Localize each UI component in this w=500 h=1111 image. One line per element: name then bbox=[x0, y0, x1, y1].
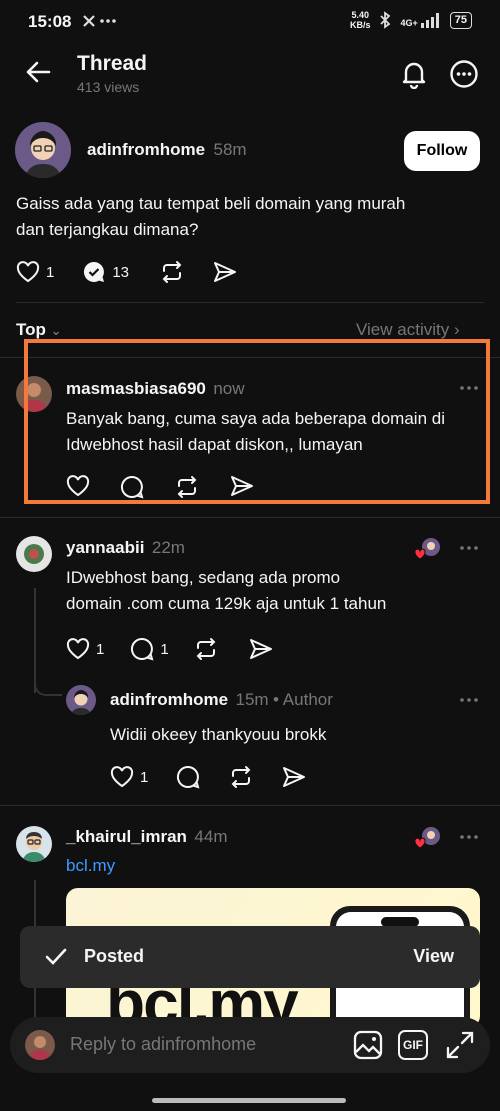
highlight-box bbox=[24, 339, 490, 504]
status-bar: 15:08 5.40 KB/s 4G+ 75 bbox=[0, 0, 500, 44]
expand-button[interactable] bbox=[445, 1030, 475, 1060]
reply-username[interactable]: yannaabii bbox=[66, 538, 144, 557]
posted-toast: Posted View bbox=[20, 926, 480, 988]
bell-icon bbox=[402, 62, 426, 89]
follow-button[interactable]: Follow bbox=[404, 131, 480, 171]
view-activity-link[interactable]: View activity › bbox=[356, 320, 460, 340]
reply-avatar[interactable] bbox=[66, 685, 96, 715]
comment-icon[interactable] bbox=[176, 765, 200, 789]
gif-button[interactable]: GIF bbox=[398, 1030, 428, 1060]
notification-icon bbox=[82, 13, 116, 29]
repost-icon[interactable] bbox=[193, 637, 219, 661]
op-share-button[interactable] bbox=[213, 261, 237, 283]
liked-by-author-indicator bbox=[414, 826, 442, 850]
more-horizontal-icon bbox=[460, 835, 478, 839]
reply-header: adinfromhome 15m • Author bbox=[110, 690, 333, 709]
more-circle-icon bbox=[450, 60, 478, 88]
status-right: 5.40 KB/s 4G+ 75 bbox=[350, 10, 472, 30]
reply-avatar[interactable] bbox=[16, 536, 52, 572]
heart-icon bbox=[110, 766, 134, 788]
reply-bar-avatar bbox=[25, 1030, 55, 1060]
reply-more-button[interactable] bbox=[459, 690, 479, 710]
reply-avatar[interactable] bbox=[16, 826, 52, 862]
expand-icon bbox=[446, 1031, 474, 1059]
status-time: 15:08 bbox=[28, 12, 72, 31]
bluetooth-icon bbox=[380, 11, 391, 29]
reply-input[interactable]: Reply to adinfromhome bbox=[70, 1034, 256, 1055]
reply-link[interactable]: bcl.my bbox=[66, 856, 115, 876]
op-actions: 1 13 bbox=[16, 260, 237, 284]
home-indicator[interactable] bbox=[152, 1098, 346, 1103]
reply-actions: 1 1 bbox=[66, 637, 273, 661]
thread-connector bbox=[34, 680, 62, 696]
page-title: Thread bbox=[77, 52, 148, 75]
op-time: 58m bbox=[213, 140, 247, 159]
signal-icon: 4G+ bbox=[400, 12, 441, 28]
reply-actions: 1 bbox=[110, 765, 306, 789]
op-reply-button[interactable]: 13 bbox=[82, 260, 129, 284]
repost-icon bbox=[162, 261, 182, 283]
arrow-left-icon bbox=[26, 61, 51, 83]
op-text: Gaiss ada yang tau tempat beli domain ya… bbox=[16, 194, 406, 239]
repost-icon[interactable] bbox=[228, 765, 254, 789]
toast-view-button[interactable]: View bbox=[413, 946, 454, 967]
chevron-right-icon: › bbox=[453, 320, 460, 339]
more-horizontal-icon bbox=[460, 698, 478, 702]
heart-icon bbox=[16, 261, 40, 283]
reply-text: IDwebhost bang, sedang ada promo domain … bbox=[66, 568, 387, 613]
send-icon[interactable] bbox=[282, 766, 306, 788]
reply-text: Widii okeey thankyouu brokk bbox=[110, 725, 327, 744]
sort-dropdown[interactable]: Top ⌄ bbox=[16, 320, 62, 340]
image-button[interactable] bbox=[353, 1030, 383, 1060]
op-like-button[interactable]: 1 bbox=[16, 261, 54, 283]
checkmark-icon bbox=[45, 948, 67, 965]
like-button[interactable]: 1 bbox=[66, 638, 104, 660]
op-username[interactable]: adinfromhome bbox=[87, 140, 205, 159]
reply-more-button[interactable] bbox=[459, 827, 479, 847]
author-tag: Author bbox=[282, 690, 333, 709]
thread-line bbox=[34, 588, 36, 693]
back-button[interactable] bbox=[24, 58, 52, 86]
net-speed: 5.40 KB/s bbox=[349, 10, 371, 30]
author-liked-icon bbox=[414, 538, 440, 560]
send-icon[interactable] bbox=[249, 638, 273, 660]
toast-label: Posted bbox=[84, 946, 145, 966]
author-liked-icon bbox=[414, 827, 440, 849]
reply-more-button[interactable] bbox=[459, 538, 479, 558]
heart-icon bbox=[66, 638, 90, 660]
divider bbox=[16, 302, 484, 303]
reply-username[interactable]: _khairul_imran bbox=[66, 827, 187, 846]
op-avatar[interactable] bbox=[15, 122, 71, 178]
divider bbox=[0, 517, 500, 518]
liked-by-author-indicator bbox=[414, 537, 442, 561]
battery-indicator: 75 bbox=[449, 11, 472, 29]
notification-bell-button[interactable] bbox=[399, 59, 429, 89]
op-repost-button[interactable] bbox=[159, 260, 185, 284]
like-button[interactable]: 1 bbox=[110, 766, 148, 788]
more-options-button[interactable] bbox=[449, 59, 479, 89]
view-count: 413 views bbox=[77, 79, 140, 95]
image-icon bbox=[353, 1030, 383, 1060]
more-horizontal-icon bbox=[460, 546, 478, 550]
comment-icon bbox=[131, 637, 154, 661]
reply-header: _khairul_imran 44m bbox=[66, 827, 228, 846]
send-icon bbox=[214, 262, 237, 282]
comment-button[interactable]: 1 bbox=[130, 637, 169, 661]
reply-username[interactable]: adinfromhome bbox=[110, 690, 228, 709]
reply-checked-icon bbox=[84, 261, 105, 282]
reply-header: yannaabii 22m bbox=[66, 538, 185, 557]
chevron-down-icon: ⌄ bbox=[50, 323, 62, 338]
reply-bar[interactable]: Reply to adinfromhome GIF bbox=[10, 1017, 490, 1073]
divider bbox=[0, 805, 500, 806]
op-header: adinfromhome 58m bbox=[87, 140, 247, 160]
